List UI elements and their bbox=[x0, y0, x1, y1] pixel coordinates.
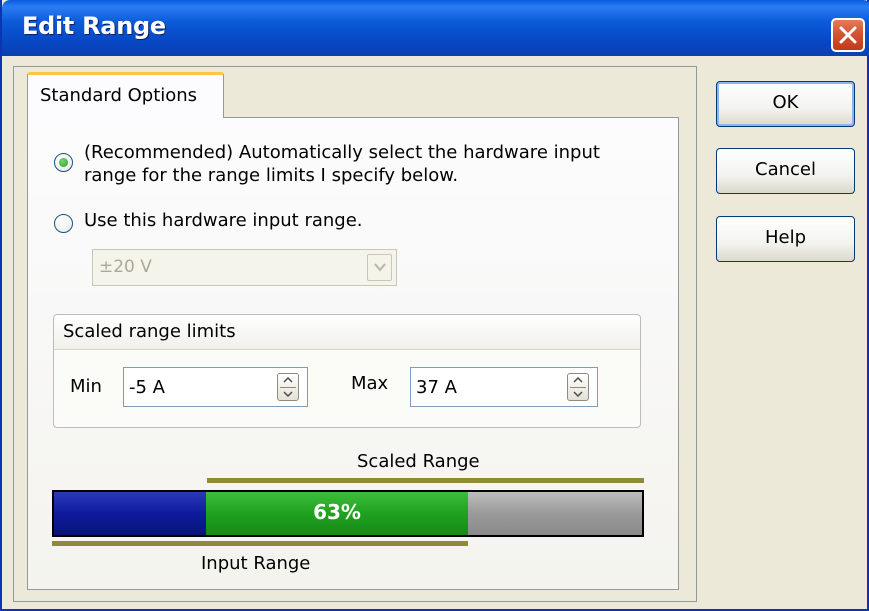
input-range-line bbox=[52, 541, 468, 546]
arrow-down-icon bbox=[283, 391, 293, 397]
group-header: Scaled range limits bbox=[54, 315, 640, 350]
max-stepper[interactable]: 37 A bbox=[410, 367, 598, 407]
used-range-segment: 63% bbox=[206, 492, 468, 535]
input-range-label: Input Range bbox=[201, 553, 311, 574]
tab-label: Standard Options bbox=[40, 85, 198, 106]
max-label: Max bbox=[351, 373, 389, 394]
max-spin-buttons[interactable] bbox=[567, 373, 589, 401]
min-decrement-button[interactable] bbox=[278, 388, 298, 401]
tab-standard-options[interactable]: Standard Options bbox=[27, 72, 224, 118]
auto-range-label-line1: (Recommended) Automatically select the h… bbox=[84, 142, 600, 163]
arrow-up-icon bbox=[283, 377, 293, 383]
min-increment-button[interactable] bbox=[278, 374, 298, 387]
unused-range-segment bbox=[468, 492, 642, 535]
min-label: Min bbox=[70, 376, 102, 397]
auto-range-radio[interactable] bbox=[54, 153, 73, 172]
edit-range-dialog: Edit Range Standard Options (Recommended… bbox=[0, 0, 869, 611]
dialog-title: Edit Range bbox=[22, 12, 166, 40]
max-increment-button[interactable] bbox=[568, 374, 588, 387]
arrow-up-icon bbox=[573, 377, 583, 383]
cancel-button[interactable]: Cancel bbox=[716, 148, 855, 194]
max-value: 37 A bbox=[416, 377, 457, 398]
title-bar[interactable]: Edit Range bbox=[2, 0, 869, 56]
close-button[interactable] bbox=[831, 18, 865, 52]
group-title: Scaled range limits bbox=[63, 321, 236, 342]
auto-range-label-line2: range for the range limits I specify bel… bbox=[84, 165, 459, 186]
scaled-range-limits-group: Scaled range limits Min -5 A Max 37 A bbox=[53, 314, 641, 428]
arrow-down-icon bbox=[573, 391, 583, 397]
manual-range-radio[interactable] bbox=[54, 214, 73, 233]
dropdown-button[interactable] bbox=[367, 254, 392, 281]
min-value: -5 A bbox=[129, 377, 165, 398]
chevron-down-icon bbox=[374, 263, 386, 272]
hardware-range-value: ±20 V bbox=[99, 257, 152, 277]
max-decrement-button[interactable] bbox=[568, 388, 588, 401]
hardware-range-select[interactable]: ±20 V bbox=[92, 249, 397, 286]
scaled-range-line bbox=[207, 478, 644, 483]
min-stepper[interactable]: -5 A bbox=[123, 367, 308, 407]
scaled-range-label: Scaled Range bbox=[357, 451, 480, 472]
below-range-segment bbox=[54, 492, 206, 535]
close-icon bbox=[839, 26, 857, 44]
min-spin-buttons[interactable] bbox=[277, 373, 299, 401]
ok-button[interactable]: OK bbox=[716, 81, 855, 127]
range-bar: 63% bbox=[52, 490, 644, 537]
help-button[interactable]: Help bbox=[716, 216, 855, 262]
coverage-percent: 63% bbox=[313, 500, 361, 524]
manual-range-label: Use this hardware input range. bbox=[84, 210, 363, 231]
